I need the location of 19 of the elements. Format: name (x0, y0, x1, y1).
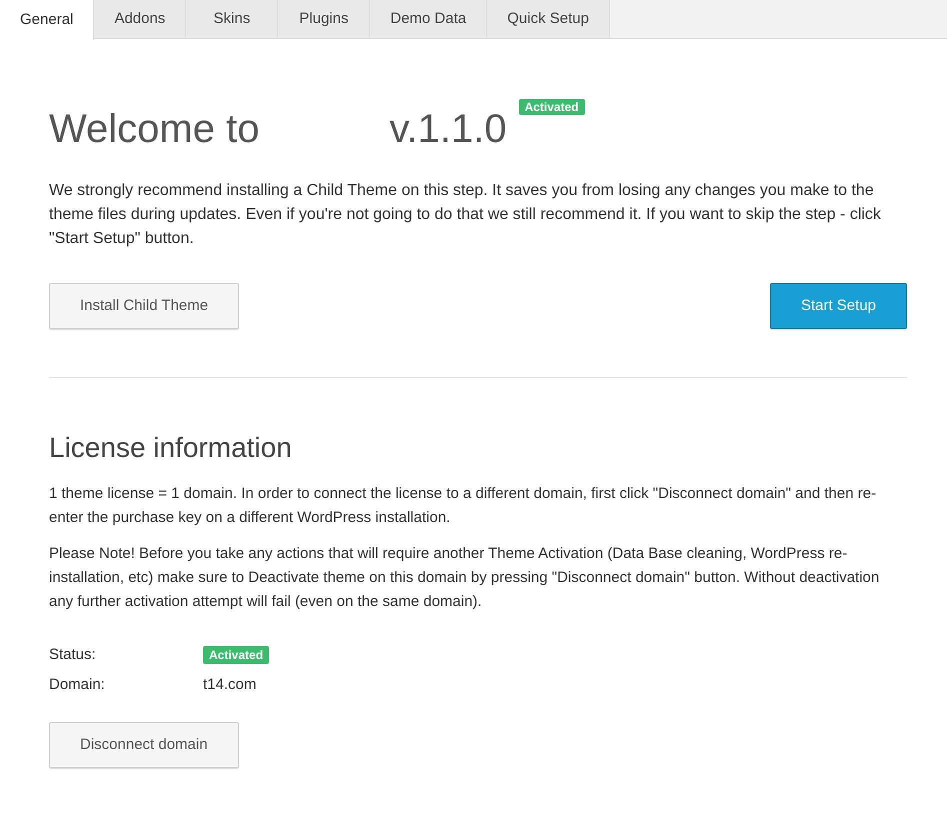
tab[interactable]: Skins (186, 0, 278, 38)
license-paragraph: Please Note! Before you take any actions that will require another Theme Activation (Data Base cleaning, WordPress re-installation, etc) make sure to Deactivate theme on this domain by pressing "Disconnect domain" button. Without deactivation any further activation attempt will fail (even on the same domain). (49, 544, 880, 612)
tab[interactable]: Quick Setup (487, 0, 610, 38)
tab[interactable]: Demo Data (370, 0, 488, 38)
intro-paragraph: We strongly recommend installing a Child Theme on this step. It saves you from losing any changes you make to the theme files during updates. Even if you're not going to do that we still recommend it. If you want to skip the step - click "Start Setup" button. (49, 181, 882, 249)
tab[interactable]: Plugins (278, 0, 370, 38)
tab[interactable]: General (0, 0, 94, 40)
status-badge: Activated (203, 646, 270, 664)
version-text: v.1.1.0 (389, 106, 507, 153)
field-value: t14.com (203, 674, 256, 695)
field-label: Status: (49, 644, 97, 665)
status-badge: Activated (518, 99, 585, 115)
welcome-heading: Welcome to (49, 106, 260, 153)
field-label: Domain: (49, 674, 106, 695)
tab[interactable]: Addons (94, 0, 186, 38)
license-heading: License information (49, 431, 293, 465)
disconnect-button[interactable]: Disconnect domain (49, 722, 239, 768)
install-button[interactable]: Install Child Theme (49, 283, 240, 329)
license-paragraph: 1 theme license = 1 domain. In order to connect the license to a different domain, first click "Disconnect domain" and then re-enter the purchase key on a different WordPress installation. (49, 484, 878, 528)
